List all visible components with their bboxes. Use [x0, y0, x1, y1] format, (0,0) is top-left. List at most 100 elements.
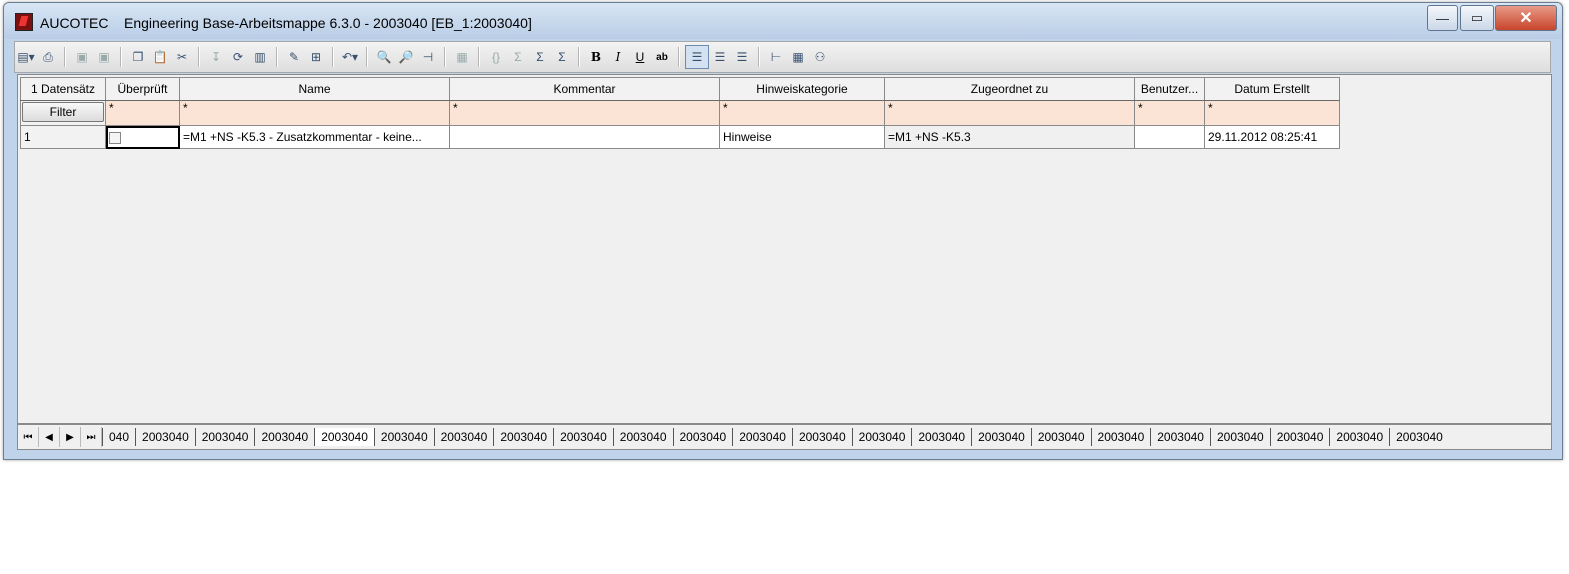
print-icon[interactable]: ⎙ [37, 46, 59, 68]
strikethrough-icon[interactable]: ab [651, 46, 673, 68]
sheet-tab[interactable]: 2003040 [672, 428, 733, 446]
bold-icon[interactable]: B [585, 46, 607, 68]
sheet-tab[interactable]: 2003040 [1389, 428, 1449, 446]
sheet-tab[interactable]: 2003040 [553, 428, 613, 446]
toolbar-separator [366, 47, 368, 67]
italic-icon[interactable]: I [607, 46, 629, 68]
toolbar-separator [478, 47, 480, 67]
aucotec-logo-icon [15, 13, 33, 31]
filter-assigned[interactable]: * [884, 100, 1135, 126]
row-index[interactable]: 1 [20, 125, 106, 149]
cell-name[interactable]: =M1 +NS -K5.3 - Zusatzkommentar - keine.… [179, 125, 450, 149]
sheet-tab[interactable]: 2003040 [493, 428, 554, 446]
filter-name[interactable]: * [179, 100, 450, 126]
sheet-tab[interactable]: 2003040 [1269, 428, 1330, 446]
toolbar-separator [198, 47, 200, 67]
bracket-icon[interactable]: {} [485, 46, 507, 68]
sheet-tab[interactable]: 2003040 [1150, 428, 1210, 446]
copy-icon[interactable]: ❐ [127, 46, 149, 68]
sheet-tab[interactable]: 2003040 [971, 428, 1031, 446]
sheet-tab[interactable]: 2003040 [194, 428, 255, 446]
toolbar-separator [444, 47, 446, 67]
filter-cell: Filter [20, 100, 106, 126]
toolbar-separator [332, 47, 334, 67]
align-left-icon[interactable]: ☰ [685, 45, 709, 69]
column-header-assigned[interactable]: Zugeordnet zu [884, 77, 1135, 101]
pin-icon[interactable]: ⊣ [417, 46, 439, 68]
toolbar-separator [120, 47, 122, 67]
sheet-tab[interactable]: 2003040 [433, 428, 494, 446]
filter-created[interactable]: * [1204, 100, 1340, 126]
sheet-tab[interactable]: 2003040 [1030, 428, 1091, 446]
toolbar: ▤▾ ⎙ ▣ ▣ ❐ 📋 ✂ ↧ ⟳ ▥ ✎ ⊞ ↶▾ 🔍 🔎 ⊣ ▦ {} Σ… [14, 41, 1551, 73]
next-tab-icon[interactable]: ▶ [60, 427, 81, 447]
sheet-tab[interactable]: 2003040 [373, 428, 434, 446]
undo-icon[interactable]: ↶▾ [339, 46, 361, 68]
data-grid: 1 Datensätz Überprüft Name Kommentar Hin… [17, 74, 1552, 424]
filter-user[interactable]: * [1134, 100, 1205, 126]
cell-created[interactable]: 29.11.2012 08:25:41 [1204, 125, 1340, 149]
minimize-button[interactable]: — [1427, 5, 1458, 31]
sheet-tab[interactable]: 2003040 [732, 428, 792, 446]
hierarchy-icon[interactable]: ⚇ [809, 46, 831, 68]
toolbar-separator [64, 47, 66, 67]
cell-comment[interactable] [449, 125, 720, 149]
save-icon[interactable]: ▣ [71, 46, 93, 68]
workbook-window: AUCOTEC Engineering Base-Arbeitsmappe 6.… [3, 2, 1563, 460]
sheet-tab[interactable]: 2003040 [911, 428, 972, 446]
sheet-tab[interactable]: 2003040 [851, 428, 912, 446]
columns-icon[interactable]: ▥ [249, 46, 271, 68]
cell-user[interactable] [1134, 125, 1205, 149]
sum-icon[interactable]: Σ [507, 46, 529, 68]
filter-button[interactable]: Filter [22, 102, 104, 122]
new-icon[interactable]: ▤▾ [15, 46, 37, 68]
sum-total-icon[interactable]: Σ [529, 46, 551, 68]
sort-icon[interactable]: ↧ [205, 46, 227, 68]
insert-icon[interactable]: ⊞ [305, 46, 327, 68]
first-tab-icon[interactable]: ⏮ [18, 427, 39, 447]
filter-checked[interactable]: * [105, 100, 180, 126]
properties-icon[interactable]: ▦ [451, 46, 473, 68]
table-row[interactable]: 1 =M1 +NS -K5.3 - Zusatzkommentar - kein… [20, 125, 1340, 149]
title-bar[interactable]: AUCOTEC Engineering Base-Arbeitsmappe 6.… [4, 3, 1562, 39]
find-icon[interactable]: 🔍 [373, 46, 395, 68]
column-header-created[interactable]: Datum Erstellt [1204, 77, 1340, 101]
underline-icon[interactable]: U [629, 46, 651, 68]
sheet-tab[interactable]: 2003040 [791, 428, 852, 446]
sheet-tab[interactable]: 2003040 [1090, 428, 1151, 446]
sum-selection-icon[interactable]: Σ [551, 46, 573, 68]
cell-assigned[interactable]: =M1 +NS -K5.3 [884, 125, 1135, 149]
layout-icon[interactable]: ▦ [787, 46, 809, 68]
filter-category[interactable]: * [719, 100, 885, 126]
checked-cell[interactable] [105, 125, 180, 149]
sheet-tab[interactable]: 2003040 [612, 428, 673, 446]
align-right-icon[interactable]: ☰ [731, 46, 753, 68]
save-all-icon[interactable]: ▣ [93, 46, 115, 68]
last-tab-icon[interactable]: ⏭ [81, 427, 102, 447]
column-header-comment[interactable]: Kommentar [449, 77, 720, 101]
sheet-tab[interactable]: 2003040 [1329, 428, 1390, 446]
paste-icon[interactable]: 📋 [149, 46, 171, 68]
sheet-tab[interactable]: 040 [102, 428, 136, 446]
refresh-icon[interactable]: ⟳ [227, 46, 249, 68]
maximize-button[interactable]: ▭ [1460, 5, 1494, 31]
filter-comment[interactable]: * [449, 100, 720, 126]
tree-icon[interactable]: ⊢ [765, 46, 787, 68]
find-replace-icon[interactable]: 🔎 [395, 46, 417, 68]
cell-category[interactable]: Hinweise [719, 125, 885, 149]
sheet-tab[interactable]: 2003040 [1209, 428, 1270, 446]
sheet-tab[interactable]: 2003040 [314, 428, 374, 446]
column-header-name[interactable]: Name [179, 77, 450, 101]
sheet-tab[interactable]: 2003040 [135, 428, 195, 446]
close-button[interactable]: ✕ [1495, 5, 1557, 31]
column-header-category[interactable]: Hinweiskategorie [719, 77, 885, 101]
checkbox[interactable] [109, 131, 121, 144]
edit-icon[interactable]: ✎ [283, 46, 305, 68]
sheet-tab[interactable]: 2003040 [254, 428, 315, 446]
cut-icon[interactable]: ✂ [171, 46, 193, 68]
app-brand: AUCOTEC [40, 15, 109, 31]
prev-tab-icon[interactable]: ◀ [39, 427, 60, 447]
column-header-checked[interactable]: Überprüft [105, 77, 180, 101]
column-header-user[interactable]: Benutzer... [1134, 77, 1205, 101]
align-center-icon[interactable]: ☰ [709, 46, 731, 68]
